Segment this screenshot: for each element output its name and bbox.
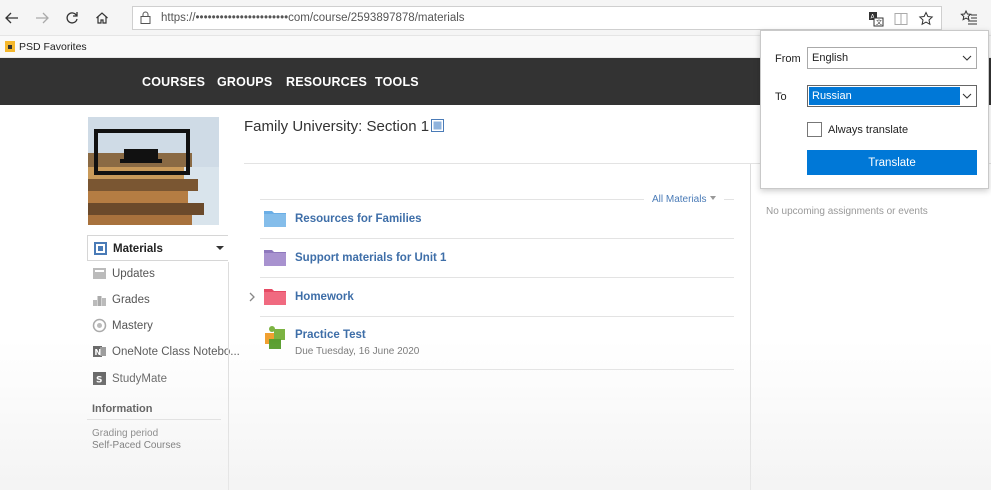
sidebar-item-mastery[interactable]: Mastery (87, 313, 228, 339)
information-heading: Information (92, 403, 153, 415)
chevron-right-icon[interactable] (248, 292, 256, 302)
chevron-down-icon (962, 93, 972, 99)
back-arrow-icon (5, 12, 18, 24)
due-date: Due Tuesday, 16 June 2020 (295, 346, 420, 357)
list-item[interactable]: Support materials for Unit 1 (260, 239, 734, 278)
translate-icon[interactable]: A文 (868, 11, 884, 27)
notebook-icon[interactable] (431, 119, 444, 132)
sidebar-item-label: Grades (112, 294, 150, 306)
svg-text:文: 文 (876, 19, 882, 27)
puzzle-icon (265, 326, 285, 349)
favorites-hub-icon[interactable] (960, 9, 978, 27)
forward-arrow-icon (36, 12, 49, 24)
page-title: Family University: Section 1 (244, 118, 430, 135)
material-name[interactable]: Practice Test (295, 329, 366, 341)
sidebar-item-label: StudyMate (112, 373, 167, 385)
sidebar-item-label: OneNote Class Notebo... (112, 346, 240, 358)
column-divider (750, 164, 751, 490)
books-picture-icon (88, 117, 219, 225)
materials-icon (94, 242, 107, 255)
home-button[interactable] (92, 8, 112, 28)
sidebar-item-materials[interactable]: Materials (87, 235, 228, 261)
folder-icon (264, 250, 286, 266)
divider (87, 419, 221, 420)
svg-text:N: N (95, 348, 102, 357)
favorite-star-icon[interactable] (918, 11, 934, 27)
material-name[interactable]: Homework (295, 291, 354, 303)
sidebar-item-label: Updates (112, 268, 155, 280)
sidebar-item-grades[interactable]: Grades (87, 287, 228, 313)
nav-courses[interactable]: COURSES (142, 75, 205, 89)
always-translate-label[interactable]: Always translate (828, 124, 908, 136)
studymate-icon: S (93, 372, 106, 386)
grades-icon (93, 296, 106, 306)
lock-icon (140, 11, 151, 24)
onenote-icon: N (93, 346, 106, 357)
favorites-folder-icon (5, 41, 15, 52)
nav-tools[interactable]: TOOLS (375, 75, 419, 89)
refresh-button[interactable] (62, 8, 82, 28)
mastery-icon (92, 318, 107, 333)
from-language-select[interactable]: English (807, 47, 977, 69)
folder-icon (264, 211, 286, 227)
refresh-icon (66, 12, 78, 24)
sidebar-divider (228, 262, 229, 490)
sidebar-item-label: Mastery (112, 320, 153, 332)
always-translate-checkbox[interactable] (807, 122, 822, 137)
nav-resources[interactable]: RESOURCES (286, 75, 367, 89)
course-image (88, 117, 219, 225)
nav-groups[interactable]: GROUPS (217, 75, 272, 89)
from-language-value: English (812, 52, 849, 64)
list-item[interactable]: Homework (260, 278, 734, 317)
sidebar-item-onenote[interactable]: N OneNote Class Notebo... (87, 339, 240, 365)
address-url[interactable]: https://•••••••••••••••••••••••com/cours… (161, 12, 465, 24)
address-bar[interactable]: https://•••••••••••••••••••••••com/cours… (132, 6, 942, 30)
svg-text:S: S (96, 376, 102, 386)
to-language-value: Russian (809, 87, 960, 105)
list-item[interactable]: Resources for Families (260, 200, 734, 239)
to-language-select[interactable]: Russian (807, 85, 977, 107)
sidebar-item-updates[interactable]: Updates (87, 261, 228, 287)
material-name[interactable]: Resources for Families (295, 213, 422, 225)
grading-period-label: Grading period (92, 428, 159, 439)
updates-icon (93, 268, 106, 279)
chevron-down-icon[interactable] (216, 246, 224, 250)
folder-icon (264, 289, 286, 305)
from-label: From (775, 53, 801, 65)
forward-button[interactable] (32, 8, 52, 28)
grading-period-value: Self-Paced Courses (92, 440, 181, 451)
material-name[interactable]: Support materials for Unit 1 (295, 252, 446, 264)
reading-view-icon[interactable] (893, 11, 909, 27)
back-button[interactable] (2, 8, 22, 28)
favorites-label[interactable]: PSD Favorites (19, 41, 87, 53)
sidebar-item-label: Materials (113, 243, 163, 255)
upcoming-empty-text: No upcoming assignments or events (766, 206, 928, 217)
home-icon (96, 12, 108, 24)
chevron-down-icon (962, 55, 972, 61)
to-label: To (775, 91, 787, 103)
list-item[interactable]: Practice Test Due Tuesday, 16 June 2020 (260, 317, 734, 370)
translator-popup: From English To Russian Always translate… (760, 30, 989, 189)
sidebar-item-studymate[interactable]: S StudyMate (87, 366, 228, 392)
translate-button[interactable]: Translate (807, 150, 977, 175)
